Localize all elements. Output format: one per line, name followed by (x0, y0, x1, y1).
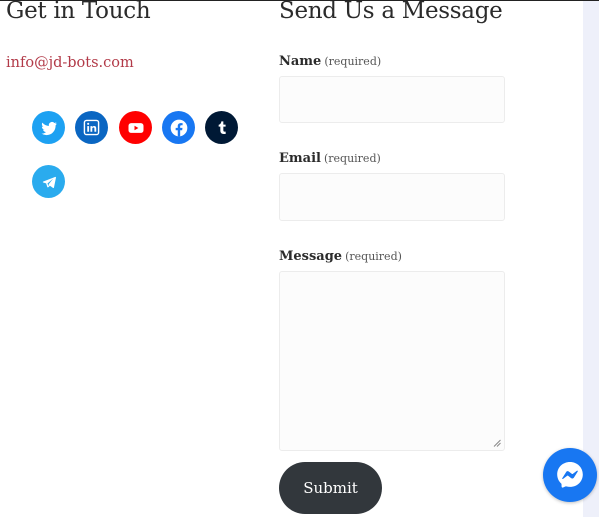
name-label: Name (required) (279, 54, 381, 69)
email-label: Email (required) (279, 151, 381, 166)
submit-button[interactable]: Submit (279, 462, 382, 514)
facebook-link[interactable] (162, 111, 195, 144)
email-link[interactable]: info@jd-bots.com (6, 55, 134, 71)
name-input[interactable] (279, 76, 505, 123)
contact-column: Get in Touch info@jd-bots.com (6, 1, 256, 71)
message-label-text: Message (279, 249, 343, 264)
name-label-text: Name (279, 54, 322, 69)
twitter-icon (41, 121, 57, 135)
send-message-heading: Send Us a Message (279, 0, 503, 24)
telegram-link[interactable] (32, 165, 65, 198)
twitter-link[interactable] (32, 111, 65, 144)
name-required-note: (required) (324, 55, 382, 68)
get-in-touch-heading: Get in Touch (6, 0, 151, 24)
message-required-note: (required) (345, 250, 402, 263)
facebook-icon (170, 119, 187, 136)
messenger-icon (557, 462, 583, 488)
tumblr-icon (218, 120, 226, 134)
message-form: Send Us a Message Name (required) Email (r… (279, 0, 509, 514)
email-required-note: (required) (323, 152, 381, 165)
linkedin-link[interactable] (75, 111, 108, 144)
youtube-link[interactable] (119, 111, 152, 144)
page-edge-strip (583, 1, 599, 517)
telegram-icon (42, 176, 56, 188)
messenger-chat-button[interactable] (543, 448, 597, 502)
linkedin-icon (83, 119, 100, 136)
message-textarea[interactable] (279, 271, 505, 451)
resize-grip-icon[interactable] (493, 439, 501, 447)
youtube-icon (128, 122, 143, 133)
tumblr-link[interactable] (205, 111, 238, 144)
email-label-text: Email (279, 151, 321, 166)
message-label: Message (required) (279, 249, 402, 264)
contact-page: Get in Touch info@jd-bots.com Send Us a … (0, 0, 599, 517)
email-input[interactable] (279, 173, 505, 221)
